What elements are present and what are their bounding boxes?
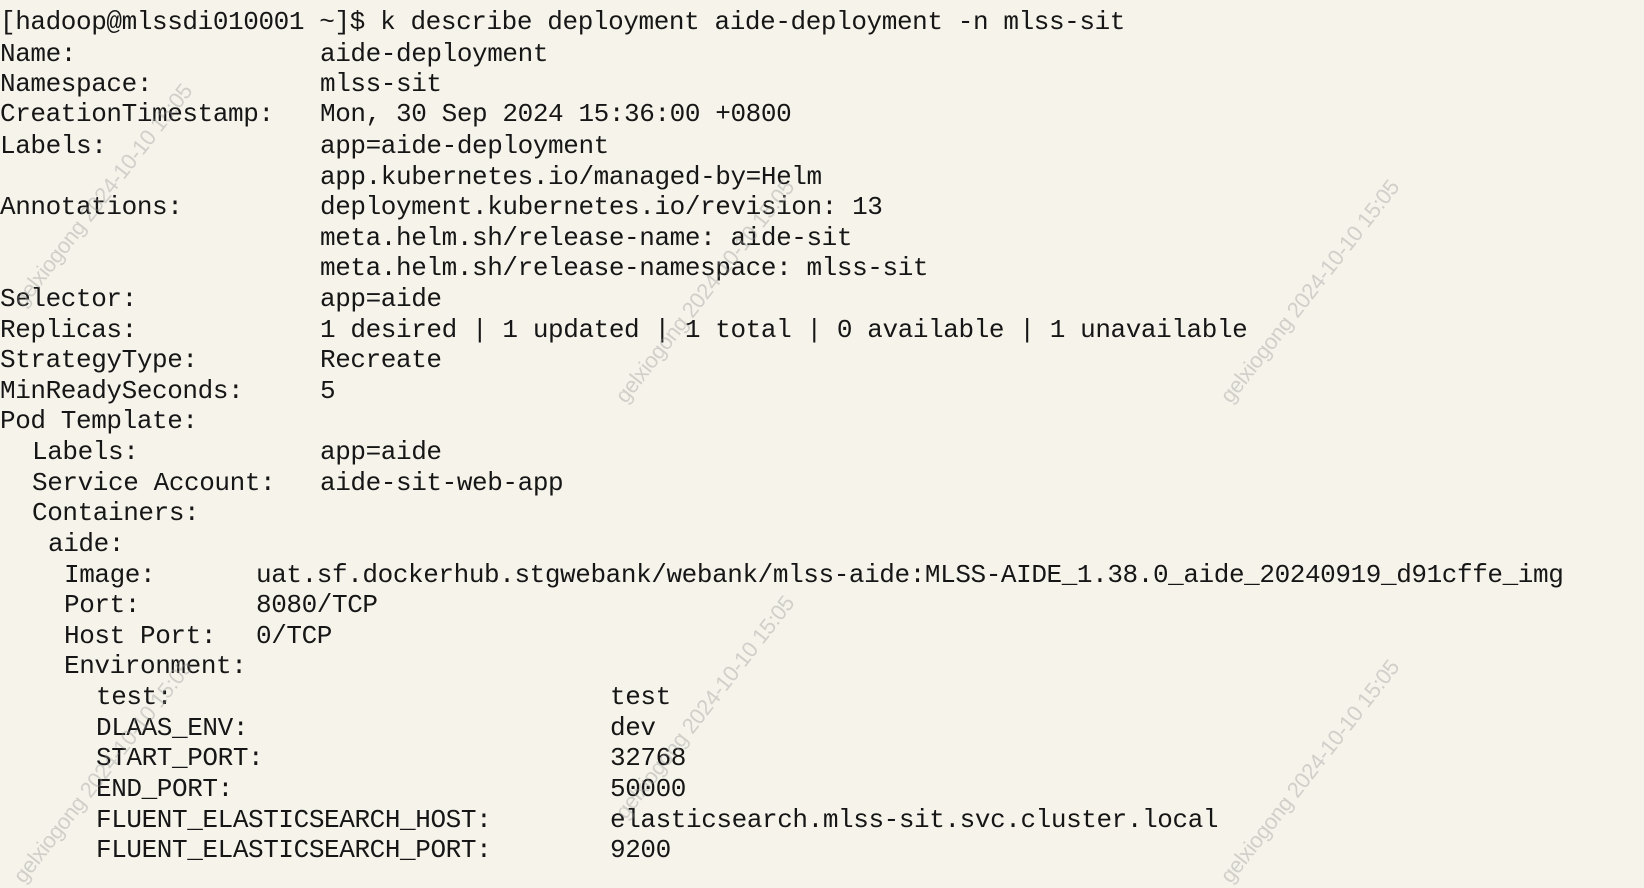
env-var-key: DLAAS_ENV: bbox=[96, 713, 249, 743]
env-var-row: FLUENT_ELASTICSEARCH_HOST: elasticsearch… bbox=[0, 804, 1219, 836]
pod-containers: Containers: bbox=[0, 497, 200, 529]
field-namespace: Namespace: mlss-sit bbox=[0, 68, 442, 100]
field-key: Namespace: bbox=[0, 69, 153, 99]
watermark-text: gelxiogong 2024-10-10 15:05 bbox=[1215, 174, 1405, 408]
field-key: Labels: bbox=[0, 131, 107, 161]
field-key: Selector: bbox=[0, 284, 137, 314]
field-key: Pod Template: bbox=[0, 406, 198, 436]
field-value: app=aide bbox=[320, 437, 442, 467]
field-key: Host Port: bbox=[64, 621, 217, 651]
field-key: Containers: bbox=[32, 498, 200, 528]
field-key: Annotations: bbox=[0, 192, 183, 222]
field-key: CreationTimestamp: bbox=[0, 99, 274, 129]
env-var-value: 32768 bbox=[610, 743, 687, 773]
field-value: app=aide-deployment bbox=[320, 131, 609, 161]
field-creation-timestamp: CreationTimestamp: Mon, 30 Sep 2024 15:3… bbox=[0, 98, 792, 130]
env-var-row: START_PORT: 32768 bbox=[0, 742, 686, 774]
container-name: aide: bbox=[0, 528, 124, 560]
field-selector: Selector: app=aide bbox=[0, 283, 442, 315]
field-pod-template: Pod Template: bbox=[0, 405, 198, 437]
pod-labels: Labels: app=aide bbox=[0, 436, 442, 468]
watermark-text: gelxiogong 2024-10-10 15:05 bbox=[1215, 654, 1405, 888]
field-key: Environment: bbox=[64, 651, 247, 681]
field-value: meta.helm.sh/release-name: aide-sit bbox=[320, 223, 853, 253]
env-var-value: elasticsearch.mlss-sit.svc.cluster.local bbox=[610, 805, 1219, 835]
env-var-key: test: bbox=[96, 682, 173, 712]
field-annotations-continued: meta.helm.sh/release-name: aide-sit bbox=[0, 222, 852, 254]
field-key: MinReadySeconds: bbox=[0, 376, 244, 406]
field-replicas: Replicas: 1 desired | 1 updated | 1 tota… bbox=[0, 314, 1248, 346]
field-value: 0/TCP bbox=[256, 621, 333, 651]
field-value: Mon, 30 Sep 2024 15:36:00 +0800 bbox=[320, 99, 792, 129]
field-annotations-continued: meta.helm.sh/release-namespace: mlss-sit bbox=[0, 252, 929, 284]
env-var-row: END_PORT: 50000 bbox=[0, 773, 686, 805]
field-value: Recreate bbox=[320, 345, 442, 375]
command-line: [hadoop@mlssdi010001 ~]$ k describe depl… bbox=[0, 6, 1125, 38]
container-environment: Environment: bbox=[0, 650, 247, 682]
field-key: Service Account: bbox=[32, 468, 276, 498]
container-port: Port: 8080/TCP bbox=[0, 589, 378, 621]
field-value: app.kubernetes.io/managed-by=Helm bbox=[320, 162, 822, 192]
pod-service-account: Service Account: aide-sit-web-app bbox=[0, 467, 564, 499]
env-var-row: FLUENT_ELASTICSEARCH_PORT: 9200 bbox=[0, 834, 671, 866]
field-min-ready-seconds: MinReadySeconds: 5 bbox=[0, 375, 336, 407]
env-var-value: 50000 bbox=[610, 774, 687, 804]
field-labels-continued: app.kubernetes.io/managed-by=Helm bbox=[0, 161, 822, 193]
env-var-row: test: test bbox=[0, 681, 671, 713]
field-value: aide-sit-web-app bbox=[320, 468, 564, 498]
field-key: Name: bbox=[0, 39, 77, 69]
field-value: uat.sf.dockerhub.stgwebank/webank/mlss-a… bbox=[256, 560, 1564, 590]
field-value: mlss-sit bbox=[320, 69, 442, 99]
field-value: app=aide bbox=[320, 284, 442, 314]
field-value: deployment.kubernetes.io/revision: 13 bbox=[320, 192, 883, 222]
terminal-output[interactable]: [hadoop@mlssdi010001 ~]$ k describe depl… bbox=[0, 0, 1644, 888]
env-var-key: START_PORT: bbox=[96, 743, 264, 773]
field-annotations: Annotations: deployment.kubernetes.io/re… bbox=[0, 191, 883, 223]
field-key: aide: bbox=[48, 529, 125, 559]
env-var-value: 9200 bbox=[610, 835, 671, 865]
field-value: aide-deployment bbox=[320, 39, 549, 69]
env-var-row: DLAAS_ENV: dev bbox=[0, 712, 656, 744]
env-var-key: FLUENT_ELASTICSEARCH_HOST: bbox=[96, 805, 492, 835]
container-host-port: Host Port: 0/TCP bbox=[0, 620, 332, 652]
field-key: Replicas: bbox=[0, 315, 137, 345]
field-value: meta.helm.sh/release-namespace: mlss-sit bbox=[320, 253, 929, 283]
field-key: Port: bbox=[64, 590, 141, 620]
env-var-value: test bbox=[610, 682, 671, 712]
field-strategy-type: StrategyType: Recreate bbox=[0, 344, 442, 376]
field-key: Image: bbox=[64, 560, 156, 590]
field-value: 8080/TCP bbox=[256, 590, 378, 620]
env-var-value: dev bbox=[610, 713, 656, 743]
field-labels: Labels: app=aide-deployment bbox=[0, 130, 609, 162]
field-value: 5 bbox=[320, 376, 336, 406]
env-var-key: FLUENT_ELASTICSEARCH_PORT: bbox=[96, 835, 492, 865]
field-name: Name: aide-deployment bbox=[0, 38, 548, 70]
field-key: StrategyType: bbox=[0, 345, 198, 375]
command-prompt: [hadoop@mlssdi010001 ~]$ k describe depl… bbox=[0, 7, 1125, 37]
env-var-key: END_PORT: bbox=[96, 774, 233, 804]
field-value: 1 desired | 1 updated | 1 total | 0 avai… bbox=[320, 315, 1248, 345]
field-key: Labels: bbox=[32, 437, 139, 467]
container-image: Image: uat.sf.dockerhub.stgwebank/webank… bbox=[0, 559, 1564, 591]
